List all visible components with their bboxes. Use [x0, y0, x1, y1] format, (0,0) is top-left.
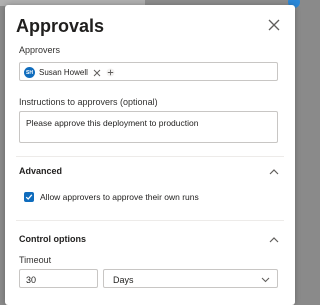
timeout-value: 30	[26, 275, 37, 285]
divider	[16, 220, 284, 221]
advanced-section-title: Advanced	[19, 166, 63, 176]
timeout-input[interactable]: 30	[19, 269, 98, 288]
close-icon[interactable]	[267, 18, 281, 32]
chevron-up-icon[interactable]	[269, 168, 279, 175]
remove-approver-icon[interactable]	[93, 69, 101, 77]
approver-chip: SH Susan Howell	[24, 66, 115, 79]
divider	[16, 156, 284, 157]
instructions-value: Please approve this deployment to produc…	[26, 118, 199, 128]
timeout-unit-select[interactable]: Days	[103, 269, 278, 288]
approvers-label: Approvers	[19, 45, 61, 55]
approvers-field[interactable]: SH Susan Howell	[19, 62, 278, 81]
control-options-section-title: Control options	[19, 234, 86, 244]
approver-name: Susan Howell	[39, 68, 88, 77]
chevron-up-icon[interactable]	[269, 236, 279, 243]
allow-self-approve-checkbox[interactable]	[24, 192, 34, 202]
avatar: SH	[24, 67, 35, 78]
allow-self-approve-label: Allow approvers to approve their own run…	[40, 192, 199, 202]
add-approver-icon[interactable]	[106, 68, 115, 77]
timeout-unit-value: Days	[113, 275, 134, 285]
dialog-title: Approvals	[16, 16, 105, 36]
approvals-dialog: Approvals Approvers SH Susan Howell Inst…	[5, 5, 295, 305]
checkmark-icon	[25, 194, 33, 200]
instructions-label: Instructions to approvers (optional)	[19, 97, 158, 107]
timeout-label: Timeout	[19, 255, 52, 265]
instructions-textarea[interactable]: Please approve this deployment to produc…	[19, 111, 278, 143]
chevron-down-icon	[261, 277, 270, 283]
